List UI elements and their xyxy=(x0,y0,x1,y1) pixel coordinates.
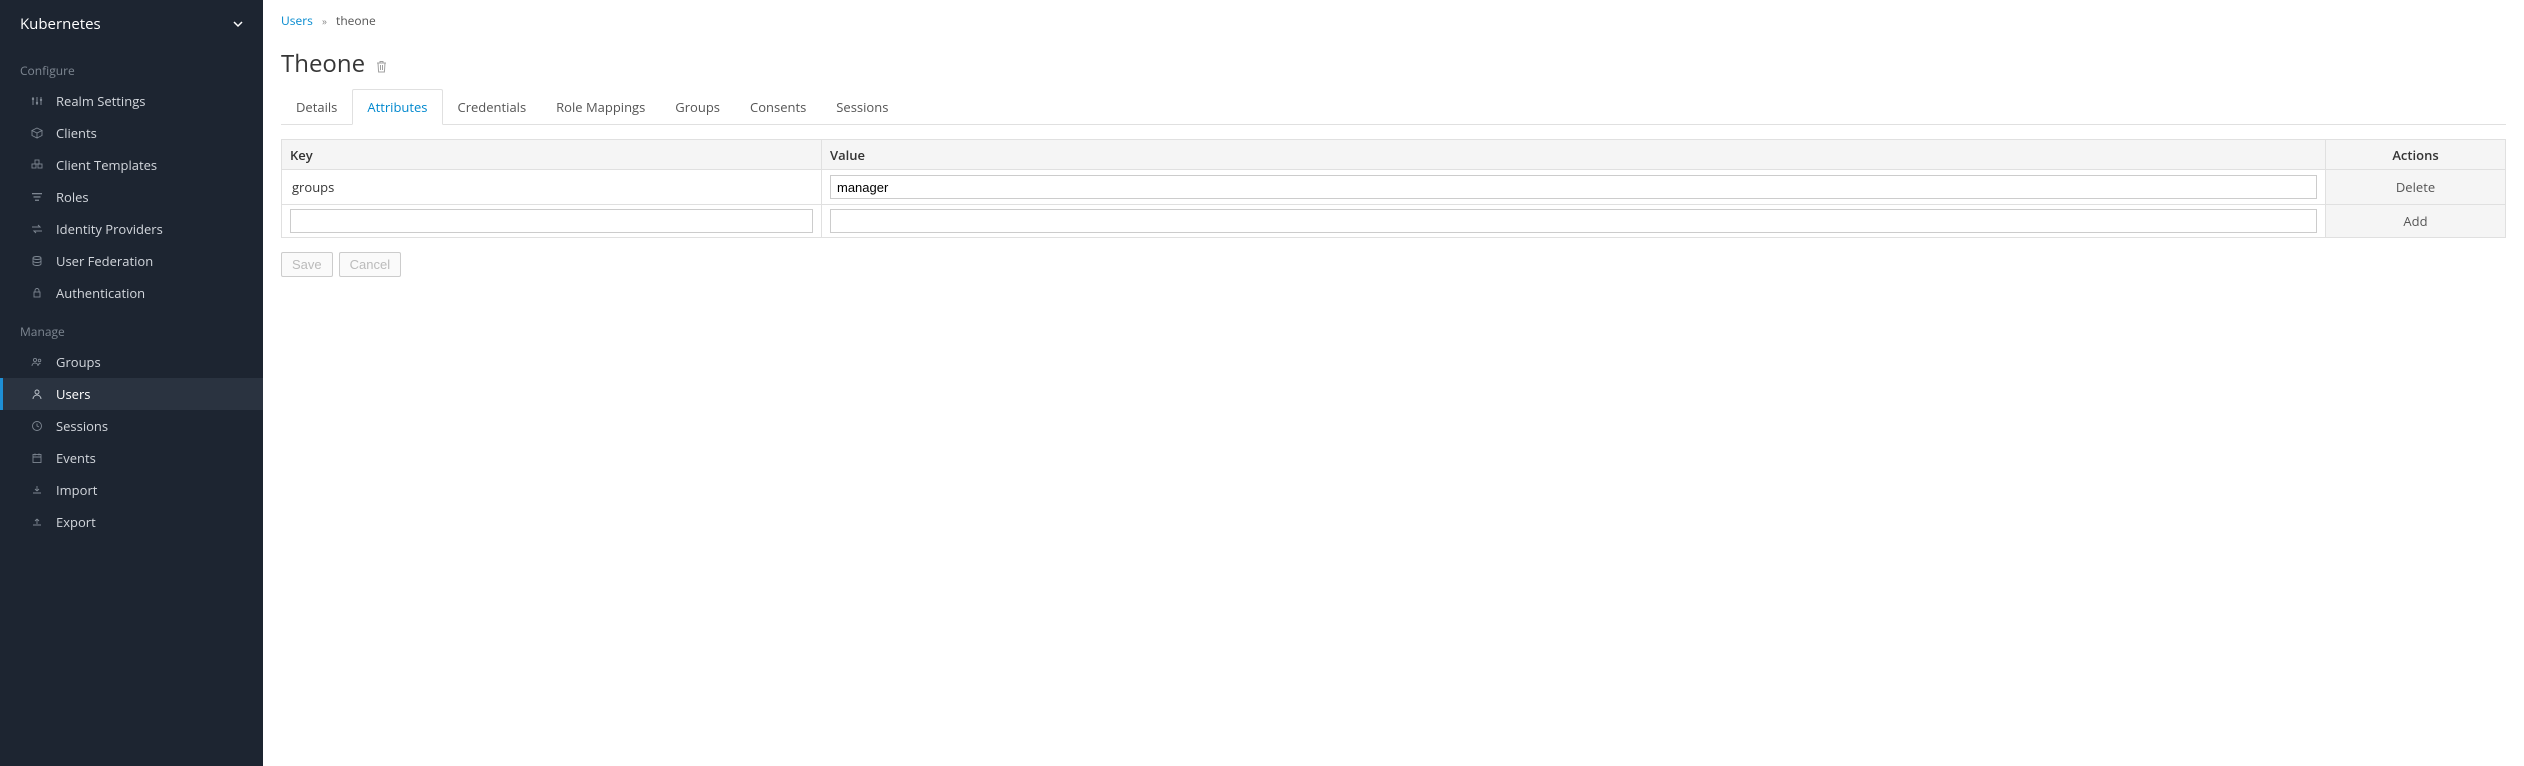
cancel-button[interactable]: Cancel xyxy=(339,252,401,277)
clock-icon xyxy=(30,420,44,432)
sidebar-item-label: Client Templates xyxy=(56,156,157,174)
breadcrumb: Users » theone xyxy=(281,12,2506,29)
attr-value-input[interactable] xyxy=(830,175,2317,199)
sidebar-item-label: Roles xyxy=(56,188,89,206)
breadcrumb-separator: » xyxy=(322,14,327,28)
sidebar-item-label: Import xyxy=(56,481,97,499)
trash-icon[interactable] xyxy=(375,59,388,79)
attr-value-input-blank[interactable] xyxy=(830,209,2317,233)
table-row: groups Delete xyxy=(282,170,2506,205)
filter-icon xyxy=(30,191,44,203)
attr-key-text: groups xyxy=(290,174,813,200)
group-icon xyxy=(30,356,44,368)
realm-name: Kubernetes xyxy=(20,14,101,34)
add-button[interactable]: Add xyxy=(2326,205,2506,238)
sidebar-item-roles[interactable]: Roles xyxy=(0,181,263,213)
sidebar-item-import[interactable]: Import xyxy=(0,474,263,506)
realm-selector[interactable]: Kubernetes xyxy=(0,0,263,48)
delete-button[interactable]: Delete xyxy=(2326,170,2506,205)
cube-icon xyxy=(30,127,44,139)
sidebar-item-authentication[interactable]: Authentication xyxy=(0,277,263,309)
table-header-row: Key Value Actions xyxy=(282,140,2506,170)
sidebar-item-label: Events xyxy=(56,449,96,467)
sidebar-item-label: Groups xyxy=(56,353,101,371)
download-icon xyxy=(30,484,44,496)
col-header-key: Key xyxy=(282,140,822,170)
upload-icon xyxy=(30,516,44,528)
tab-groups[interactable]: Groups xyxy=(660,89,735,125)
sidebar-item-identity-providers[interactable]: Identity Providers xyxy=(0,213,263,245)
tab-credentials[interactable]: Credentials xyxy=(443,89,542,125)
attr-key-input-blank[interactable] xyxy=(290,209,813,233)
breadcrumb-users-link[interactable]: Users xyxy=(281,12,313,29)
attributes-table: Key Value Actions groups Delete Add xyxy=(281,139,2506,238)
database-icon xyxy=(30,255,44,267)
sidebar-section-configure: Configure xyxy=(0,48,263,85)
sidebar-item-label: Realm Settings xyxy=(56,92,145,110)
page-title-row: Theone xyxy=(281,47,2506,80)
tab-details[interactable]: Details xyxy=(281,89,352,125)
sidebar-item-label: Sessions xyxy=(56,417,108,435)
button-row: Save Cancel xyxy=(281,252,2506,277)
sidebar-item-users[interactable]: Users xyxy=(0,378,263,410)
user-icon xyxy=(30,388,44,400)
sidebar-item-user-federation[interactable]: User Federation xyxy=(0,245,263,277)
sidebar-item-label: User Federation xyxy=(56,252,153,270)
sidebar-item-groups[interactable]: Groups xyxy=(0,346,263,378)
sidebar-item-realm-settings[interactable]: Realm Settings xyxy=(0,85,263,117)
sidebar-item-clients[interactable]: Clients xyxy=(0,117,263,149)
page-title: Theone xyxy=(281,47,365,80)
sliders-icon xyxy=(30,95,44,107)
sidebar-item-export[interactable]: Export xyxy=(0,506,263,538)
sidebar-item-label: Users xyxy=(56,385,90,403)
sidebar-item-sessions[interactable]: Sessions xyxy=(0,410,263,442)
tab-consents[interactable]: Consents xyxy=(735,89,821,125)
sidebar-item-client-templates[interactable]: Client Templates xyxy=(0,149,263,181)
table-row-blank: Add xyxy=(282,205,2506,238)
sidebar-item-label: Clients xyxy=(56,124,97,142)
col-header-value: Value xyxy=(822,140,2326,170)
breadcrumb-current: theone xyxy=(336,12,376,29)
sidebar: Kubernetes Configure Realm Settings Clie… xyxy=(0,0,263,766)
sidebar-item-events[interactable]: Events xyxy=(0,442,263,474)
tab-attributes[interactable]: Attributes xyxy=(352,89,442,125)
save-button[interactable]: Save xyxy=(281,252,333,277)
sidebar-item-label: Authentication xyxy=(56,284,145,302)
main-content: Users » theone Theone Details Attributes… xyxy=(263,0,2524,766)
sidebar-section-manage: Manage xyxy=(0,309,263,346)
sidebar-item-label: Identity Providers xyxy=(56,220,163,238)
cubes-icon xyxy=(30,159,44,171)
sidebar-item-label: Export xyxy=(56,513,96,531)
lock-icon xyxy=(30,287,44,299)
tabs: Details Attributes Credentials Role Mapp… xyxy=(281,88,2506,125)
tab-role-mappings[interactable]: Role Mappings xyxy=(541,89,660,125)
col-header-actions: Actions xyxy=(2326,140,2506,170)
chevron-down-icon xyxy=(233,16,243,33)
tab-sessions[interactable]: Sessions xyxy=(821,89,903,125)
calendar-icon xyxy=(30,452,44,464)
exchange-icon xyxy=(30,223,44,235)
